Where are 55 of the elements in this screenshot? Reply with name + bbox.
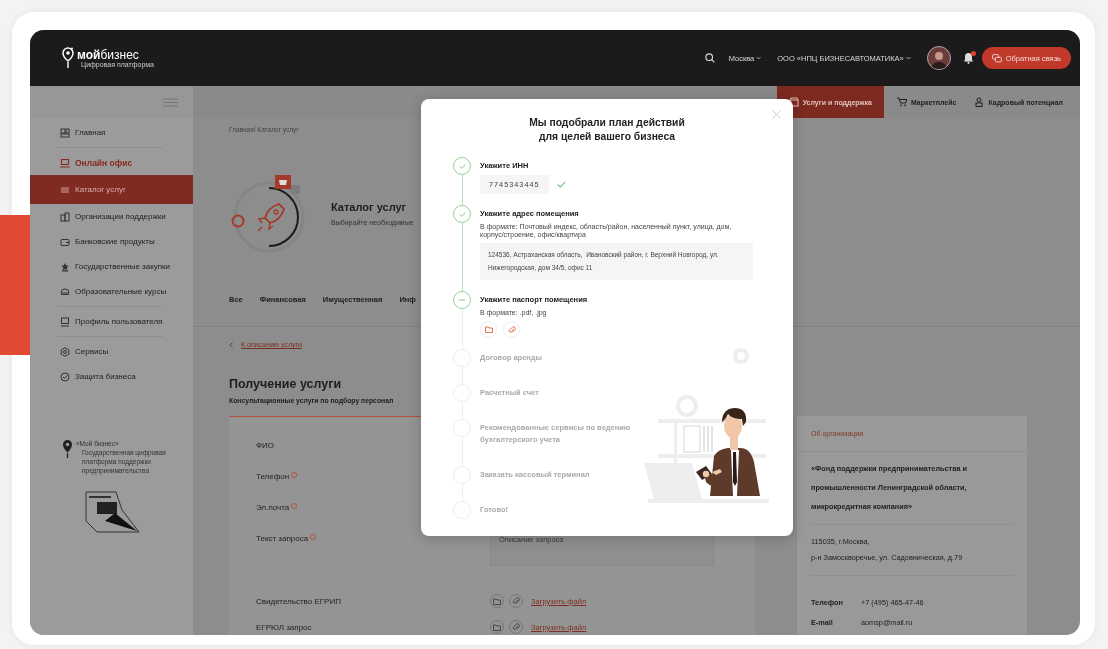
- field-label: Текст запроса: [256, 534, 309, 543]
- page-title: Каталог услуг: [331, 200, 408, 213]
- sidebar-item[interactable]: Сервисы: [30, 339, 193, 364]
- section-title: Получение услуги: [229, 377, 342, 391]
- dialog-title: для целей вашего бизнеса: [537, 130, 677, 144]
- chevron-left-icon: [229, 341, 233, 348]
- notifications-button[interactable]: [962, 52, 974, 64]
- field-label: ЕГРЮЛ запрос: [256, 622, 312, 632]
- caret-icon: [756, 56, 762, 60]
- avatar[interactable]: [926, 46, 951, 70]
- sidebar-item[interactable]: Главная: [30, 120, 193, 145]
- folder-icon: [484, 326, 493, 333]
- sidebar-item[interactable]: Государственные закупки: [30, 254, 193, 279]
- caret-icon: [905, 56, 911, 60]
- folder-icon: [493, 597, 501, 605]
- field-label: Телефон: [256, 472, 290, 481]
- sidebar-item[interactable]: Образовательные курсы: [30, 279, 193, 304]
- logo-name: мойбизнес: [77, 48, 140, 61]
- check-icon: [458, 163, 466, 169]
- pin-icon: [62, 47, 74, 69]
- sidebar-item[interactable]: Каталог услуг: [30, 175, 193, 204]
- wallet-icon: [60, 236, 70, 247]
- emblem-drawing: [85, 491, 141, 533]
- paperclip-icon: [512, 623, 520, 631]
- dialog-title: Мы подобрали план действий: [528, 116, 686, 130]
- laptop-icon: [60, 157, 70, 168]
- list-icon: [60, 184, 70, 195]
- bell-icon: [962, 52, 974, 64]
- search-icon[interactable]: [704, 53, 715, 63]
- sidebar-item[interactable]: Банковские продукты: [30, 229, 193, 254]
- pin-icon: [62, 439, 73, 459]
- sidebar-item[interactable]: Профиль пользователя: [30, 309, 193, 334]
- medal-icon: [60, 261, 70, 272]
- grid-icon: [60, 127, 70, 138]
- dash-icon: [459, 299, 465, 301]
- sidebar-item[interactable]: Организации поддержки: [30, 204, 193, 229]
- paperclip-icon: [512, 597, 520, 605]
- field-label: Свидетельство ЕГРИП: [256, 596, 341, 606]
- store-icon: [788, 97, 799, 107]
- building-icon: [60, 211, 70, 222]
- chat-icon: [991, 53, 1002, 63]
- check-circle-icon: [60, 371, 70, 382]
- close-icon[interactable]: [772, 110, 781, 119]
- cap-icon: [60, 286, 70, 297]
- sidebar-item[interactable]: Онлайн офис: [30, 150, 193, 175]
- field-label: ФИО: [256, 441, 275, 450]
- monitor-icon: [60, 316, 70, 327]
- paperclip-icon: [507, 325, 516, 334]
- folder-icon: [493, 623, 501, 631]
- cart-icon: [896, 97, 907, 107]
- sidebar-item[interactable]: Защита бизнеса: [30, 364, 193, 389]
- hexagon-icon: [60, 346, 70, 357]
- person-icon: [974, 97, 985, 107]
- check-icon: [458, 211, 466, 217]
- field-label: Эл.почта: [256, 503, 290, 512]
